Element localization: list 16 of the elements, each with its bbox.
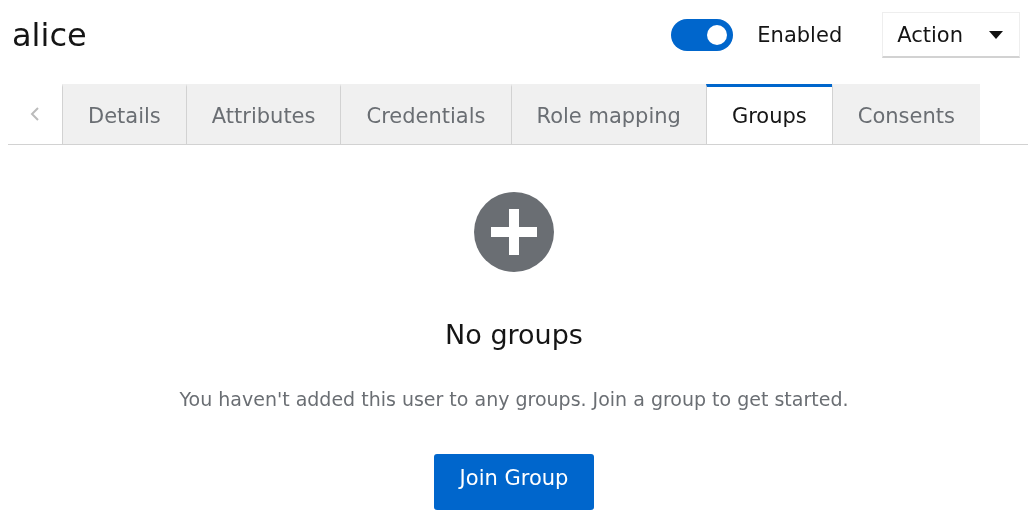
toggle-switch[interactable] — [671, 19, 734, 51]
tab[interactable]: Role mapping — [510, 84, 706, 144]
tab[interactable]: Attributes — [185, 84, 341, 144]
caret-icon — [989, 30, 1003, 39]
empty-state-message: You haven't added this user to any groups. Join a group to get started. — [179, 388, 849, 410]
tab[interactable]: Credentials — [340, 84, 511, 144]
empty-state-title: No groups — [445, 319, 583, 350]
tab[interactable]: Consents — [831, 84, 980, 144]
tab[interactable]: Groups — [705, 84, 832, 144]
plus-circle-icon — [473, 191, 555, 273]
toggle-label: Enabled — [757, 23, 843, 47]
chevron-left-icon — [30, 106, 40, 122]
action-dropdown[interactable]: Action — [882, 12, 1020, 58]
join-group-button[interactable]: Join Group — [433, 454, 595, 510]
tab[interactable]: Details — [62, 84, 186, 144]
page-title: alice — [12, 16, 87, 54]
